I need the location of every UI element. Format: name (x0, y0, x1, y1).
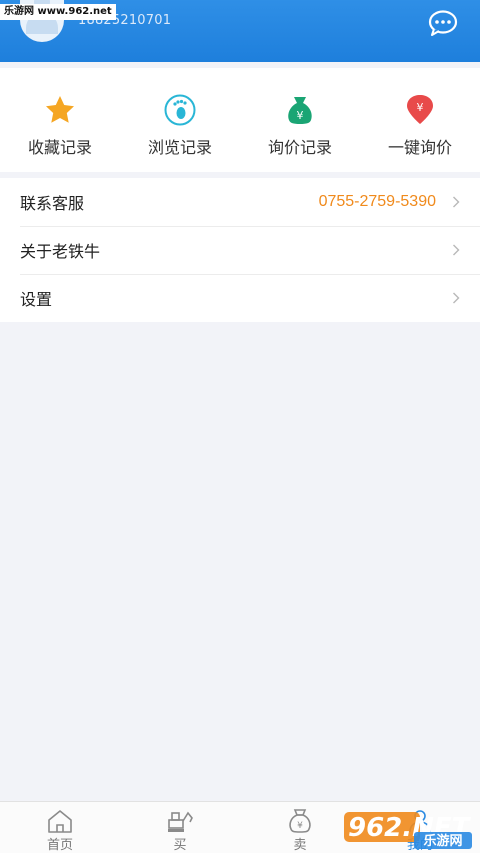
price-tag-icon: ¥ (407, 95, 433, 124)
message-icon[interactable] (428, 10, 458, 36)
home-icon (48, 810, 72, 833)
svg-text:¥: ¥ (297, 821, 303, 831)
menu-customer-service-label: 联系客服 (20, 194, 85, 213)
chevron-right-icon (453, 292, 460, 304)
quick-favorites[interactable]: 收藏记录 (0, 68, 120, 172)
chevron-right-icon (453, 244, 460, 256)
money-bag-icon: ¥ (289, 809, 311, 833)
quick-actions: 收藏记录 浏览记录 ¥ 询价记录 ¥ 一键询价 (0, 68, 480, 172)
962-net-logo: 962.NET 乐游网 (344, 812, 472, 849)
quick-favorites-label: 收藏记录 (27, 138, 92, 157)
money-bag-icon: ¥ (288, 97, 312, 124)
menu-settings-label: 设置 (20, 290, 53, 309)
quick-history[interactable]: 浏览记录 (120, 68, 240, 172)
star-icon (46, 96, 74, 123)
tab-home[interactable]: 首页 (0, 802, 120, 853)
tab-buy-label: 买 (173, 838, 187, 853)
chevron-right-icon (453, 196, 460, 208)
quick-history-label: 浏览记录 (147, 138, 212, 157)
logo-sub: 乐游网 (423, 833, 462, 849)
settings-menu: 联系客服 0755-2759-5390 关于老铁牛 设置 (0, 178, 480, 322)
customer-service-phone[interactable]: 0755-2759-5390 (319, 193, 436, 211)
menu-about[interactable]: 关于老铁牛 (0, 226, 480, 274)
menu-settings[interactable]: 设置 (0, 274, 480, 322)
quick-inquiry-records[interactable]: ¥ 询价记录 (240, 68, 360, 172)
footprint-icon (164, 94, 196, 126)
watermark: 乐游网 www.962.net (0, 4, 116, 20)
excavator-icon (168, 811, 193, 832)
tab-buy[interactable]: 买 (120, 802, 240, 853)
tab-sell-label: 卖 (293, 838, 307, 853)
menu-about-label: 关于老铁牛 (20, 242, 101, 261)
menu-customer-service[interactable]: 联系客服 0755-2759-5390 (0, 178, 480, 226)
quick-one-click-inquiry-label: 一键询价 (387, 138, 452, 157)
tab-home-label: 首页 (46, 838, 73, 853)
quick-one-click-inquiry[interactable]: ¥ 一键询价 (360, 68, 480, 172)
svg-text:¥: ¥ (417, 101, 424, 114)
svg-text:¥: ¥ (297, 109, 304, 122)
quick-inquiry-records-label: 询价记录 (267, 138, 332, 157)
